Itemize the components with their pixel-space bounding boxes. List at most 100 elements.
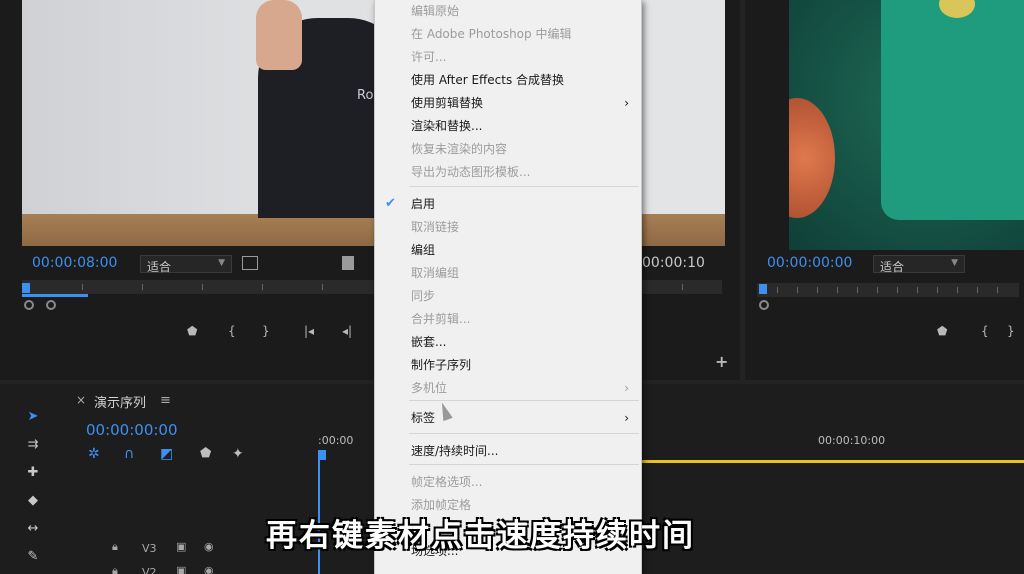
panel-menu-icon[interactable]: ≡ — [160, 393, 171, 408]
program-time-ruler[interactable] — [757, 283, 1019, 297]
menu-item[interactable]: 嵌套... — [375, 331, 641, 353]
menu-item[interactable]: 标签 › — [375, 407, 641, 429]
razor-tool-icon[interactable]: ◆ — [22, 490, 44, 512]
menu-item[interactable]: 使用 After Effects 合成替换 — [375, 69, 641, 91]
program-timecode[interactable]: 00:00:00:00 — [767, 255, 852, 271]
menu-item[interactable]: 导出为动态图形模板... — [375, 161, 641, 183]
menu-item[interactable]: 速度/持续时间... — [375, 440, 641, 462]
menu-item-label: 许可... — [411, 50, 447, 64]
step-back-icon[interactable]: ◂| — [342, 324, 352, 338]
menu-item-label: 嵌套... — [411, 335, 447, 349]
pen-tool-icon[interactable]: ✎ — [22, 546, 44, 568]
wrench-icon[interactable]: ✦ — [232, 446, 244, 462]
source-in-out-range — [22, 294, 88, 297]
menu-separator — [409, 433, 639, 434]
menu-item-label: 使用剪辑替换 — [411, 96, 484, 110]
source-fit-value: 适合 — [147, 260, 172, 274]
settings-icon[interactable] — [242, 256, 258, 270]
check-icon: ✔ — [385, 196, 396, 211]
program-fit-value: 适合 — [880, 260, 905, 274]
menu-separator — [409, 464, 639, 465]
tools-panel: ➤ ⇉ ✚ ◆ ↔ ✎ — [14, 400, 56, 574]
ruler-start-label: :00:00 — [318, 434, 354, 447]
menu-item[interactable]: ✔ 启用 — [375, 193, 641, 215]
close-tab-icon[interactable]: × — [76, 393, 86, 407]
menu-item[interactable]: 许可... — [375, 46, 641, 68]
menu-item-label: 合并剪辑... — [411, 312, 471, 326]
source-timecode[interactable]: 00:00:08:00 — [32, 255, 117, 271]
menu-item-label: 编辑原始 — [411, 4, 460, 18]
subtitle-caption: 再右键素材点击速度持续时间 — [266, 518, 695, 554]
add-marker-icon[interactable]: ⬟ — [187, 324, 197, 338]
menu-item-label: 导出为动态图形模板... — [411, 165, 531, 179]
menu-item[interactable]: 编组 — [375, 239, 641, 261]
menu-item[interactable]: 使用剪辑替换 › — [375, 92, 641, 114]
magnet-icon[interactable]: ∩ — [124, 446, 134, 462]
go-to-in-icon[interactable]: |◂ — [304, 324, 314, 338]
menu-item-label: 启用 — [411, 197, 436, 211]
selection-tool-icon[interactable]: ➤ — [22, 406, 44, 428]
menu-item-label: 帧定格选项... — [411, 475, 483, 489]
menu-item-label: 同步 — [411, 289, 436, 303]
sync-lock-icon[interactable]: ▣ — [176, 564, 186, 574]
mark-in-icon[interactable]: { — [981, 324, 989, 338]
menu-item-label: 渲染和替换... — [411, 119, 483, 133]
linked-selection-icon[interactable]: ◩ — [160, 446, 173, 462]
snap-icon[interactable]: ✲ — [88, 446, 100, 462]
lock-icon[interactable]: 🔒︎ — [112, 540, 118, 554]
program-zoom-handle[interactable] — [759, 300, 769, 310]
source-fit-select[interactable]: 适合 ▼ — [140, 255, 232, 274]
menu-item[interactable]: 合并剪辑... — [375, 308, 641, 330]
export-frame-icon[interactable] — [342, 256, 354, 270]
sequence-tab[interactable]: 演示序列 — [94, 392, 146, 411]
menu-item[interactable]: 制作子序列 — [375, 354, 641, 376]
add-marker-icon[interactable]: ⬟ — [937, 324, 947, 338]
program-monitor: 00:00:00:00 适合 ▼ ⬟ { } + — [715, 0, 1024, 380]
add-marker-icon[interactable]: ⬟ — [200, 446, 211, 461]
menu-item[interactable]: 编辑原始 — [375, 0, 641, 22]
mark-out-icon[interactable]: } — [1007, 324, 1015, 338]
slip-tool-icon[interactable]: ↔ — [22, 518, 44, 540]
track-select-tool-icon[interactable]: ⇉ — [22, 434, 44, 456]
program-fit-select[interactable]: 适合 ▼ — [873, 255, 965, 274]
work-area-bar[interactable] — [640, 460, 1024, 463]
menu-item-label: 取消链接 — [411, 220, 460, 234]
zoom-handle-right[interactable] — [46, 300, 56, 310]
sync-lock-icon[interactable]: ▣ — [176, 540, 186, 553]
add-button[interactable]: + — [715, 352, 728, 371]
planet — [789, 98, 835, 218]
timeline-timecode[interactable]: 00:00:00:00 — [86, 421, 178, 439]
ruler-mark-label: 00:00:10:00 — [818, 434, 886, 447]
menu-item[interactable]: 取消编组 — [375, 262, 641, 284]
program-video-frame — [789, 0, 1024, 250]
menu-item-label: 制作子序列 — [411, 358, 472, 372]
source-end-timecode: 00:00:10 — [642, 255, 705, 271]
menu-item-label: 标签 — [411, 411, 436, 425]
lock-icon[interactable]: 🔒︎ — [112, 564, 118, 574]
menu-item-label: 速度/持续时间... — [411, 444, 499, 458]
eye-icon[interactable]: ◉ — [204, 540, 214, 553]
mark-in-icon[interactable]: { — [228, 324, 236, 338]
menu-separator — [409, 186, 639, 187]
menu-item[interactable]: 多机位 › — [375, 377, 641, 399]
menu-item-label: 恢复未渲染的内容 — [411, 142, 508, 156]
menu-item-label: 取消编组 — [411, 266, 460, 280]
mark-out-icon[interactable]: } — [262, 324, 270, 338]
program-playhead[interactable] — [759, 284, 767, 294]
menu-item[interactable]: 取消链接 — [375, 216, 641, 238]
menu-item-label: 多机位 — [411, 381, 448, 395]
menu-item[interactable]: 帧定格选项... — [375, 471, 641, 493]
menu-item[interactable]: 在 Adobe Photoshop 中编辑 — [375, 23, 641, 45]
menu-item[interactable]: 同步 — [375, 285, 641, 307]
premiere-window: Rom 00:00:08:00 适合 ▼ 00:00:10 ⬟ { } |◂ ◂|… — [0, 0, 1024, 574]
menu-item[interactable]: 渲染和替换... — [375, 115, 641, 137]
eye-icon[interactable]: ◉ — [204, 564, 214, 574]
chevron-down-icon: ▼ — [951, 258, 958, 268]
zoom-handle-left[interactable] — [24, 300, 34, 310]
menu-item[interactable]: 恢复未渲染的内容 — [375, 138, 641, 160]
ripple-edit-tool-icon[interactable]: ✚ — [22, 462, 44, 484]
chevron-right-icon: › — [624, 411, 629, 425]
menu-item-label: 使用 After Effects 合成替换 — [411, 73, 565, 87]
context-menu: 编辑原始在 Adobe Photoshop 中编辑许可... 使用 After E… — [374, 0, 642, 574]
source-playhead[interactable] — [22, 283, 30, 293]
